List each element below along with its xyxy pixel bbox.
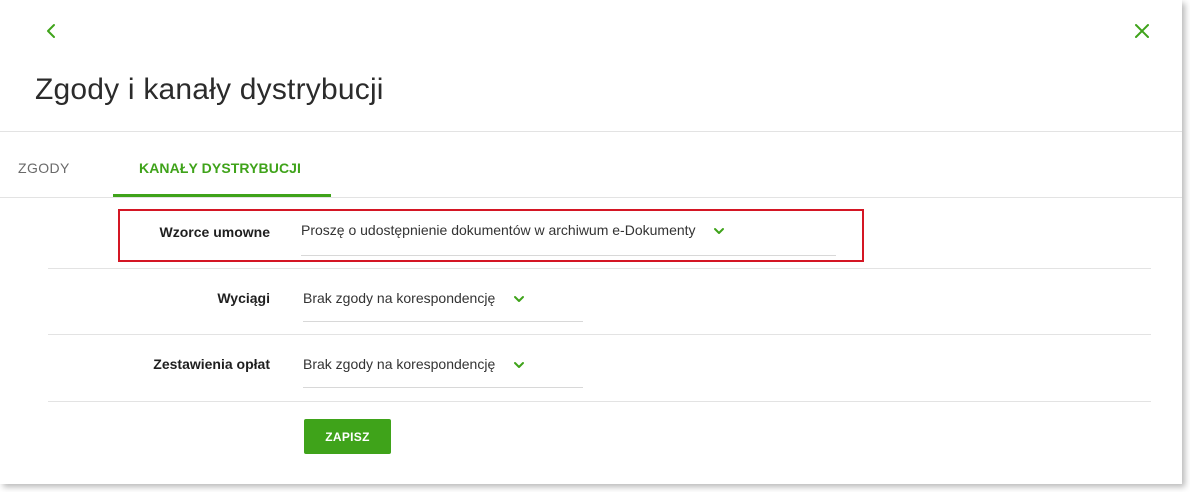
highlight-box bbox=[118, 209, 864, 262]
tabs-divider bbox=[0, 197, 1182, 198]
header-divider bbox=[0, 131, 1182, 132]
select-zestawienia-oplat[interactable]: Brak zgody na korespondencję bbox=[303, 356, 583, 388]
select-wyciagi[interactable]: Brak zgody na korespondencję bbox=[303, 290, 583, 322]
row-divider bbox=[48, 401, 1151, 402]
page-title: Zgody i kanały dystrybucji bbox=[35, 73, 384, 106]
label-zestawienia-oplat: Zestawienia opłat bbox=[153, 356, 270, 372]
row-divider bbox=[48, 268, 1151, 269]
select-underline bbox=[303, 321, 583, 322]
save-button[interactable]: ZAPISZ bbox=[304, 419, 391, 454]
chevron-down-icon bbox=[512, 292, 526, 306]
select-value: Brak zgody na korespondencję bbox=[303, 290, 496, 306]
row-divider bbox=[48, 334, 1151, 335]
tab-zgody[interactable]: ZGODY bbox=[18, 160, 70, 176]
close-icon[interactable] bbox=[1132, 21, 1152, 41]
tab-kanaly-dystrybucji[interactable]: KANAŁY DYSTRYBUCJI bbox=[139, 160, 301, 176]
select-underline bbox=[303, 387, 583, 388]
select-value: Brak zgody na korespondencję bbox=[303, 356, 496, 372]
chevron-down-icon bbox=[512, 358, 526, 372]
label-wyciagi: Wyciągi bbox=[217, 290, 270, 306]
consents-panel: Zgody i kanały dystrybucji ZGODY KANAŁY … bbox=[0, 0, 1182, 484]
chevron-left-icon[interactable] bbox=[42, 21, 62, 41]
